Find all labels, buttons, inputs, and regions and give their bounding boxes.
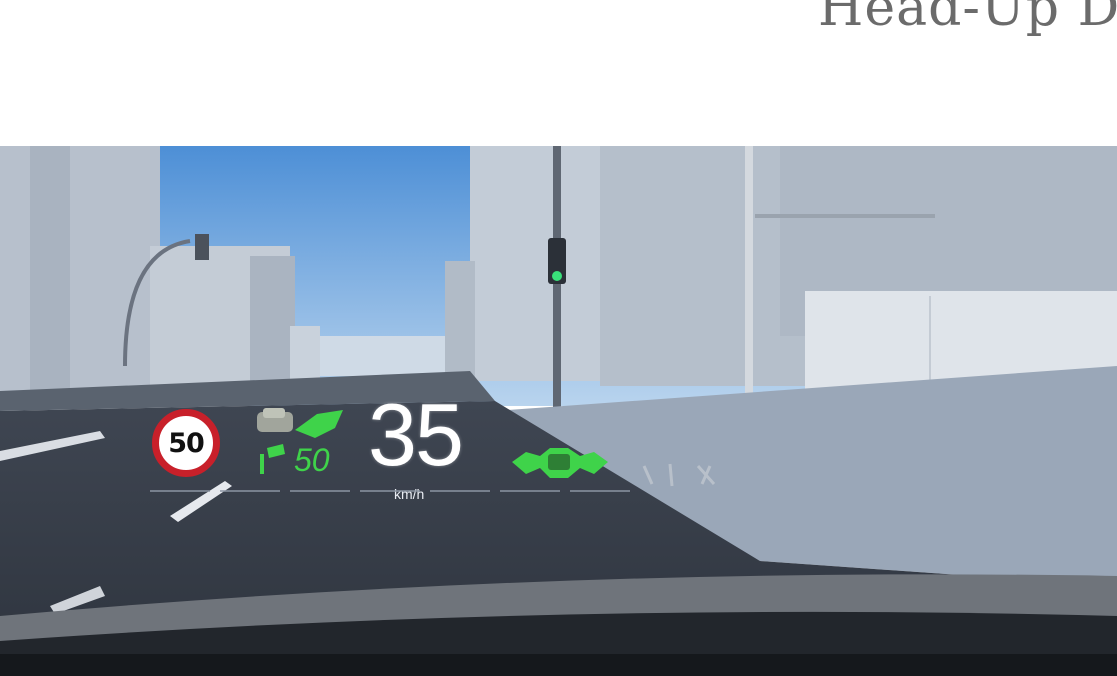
acc-set-speed: 50 <box>294 442 330 478</box>
head-up-display: 50 50 35 km/h <box>0 146 1117 676</box>
speed-limit-sign: 50 <box>152 409 220 477</box>
page-heading: Head-Up D <box>818 0 1117 38</box>
lead-vehicle-icon <box>512 448 608 478</box>
lane-marker-icon <box>150 490 630 492</box>
driver-view-scene: 50 50 35 km/h <box>0 146 1117 676</box>
lane-assist-icon <box>642 463 716 487</box>
current-speed: 35 <box>368 385 464 484</box>
